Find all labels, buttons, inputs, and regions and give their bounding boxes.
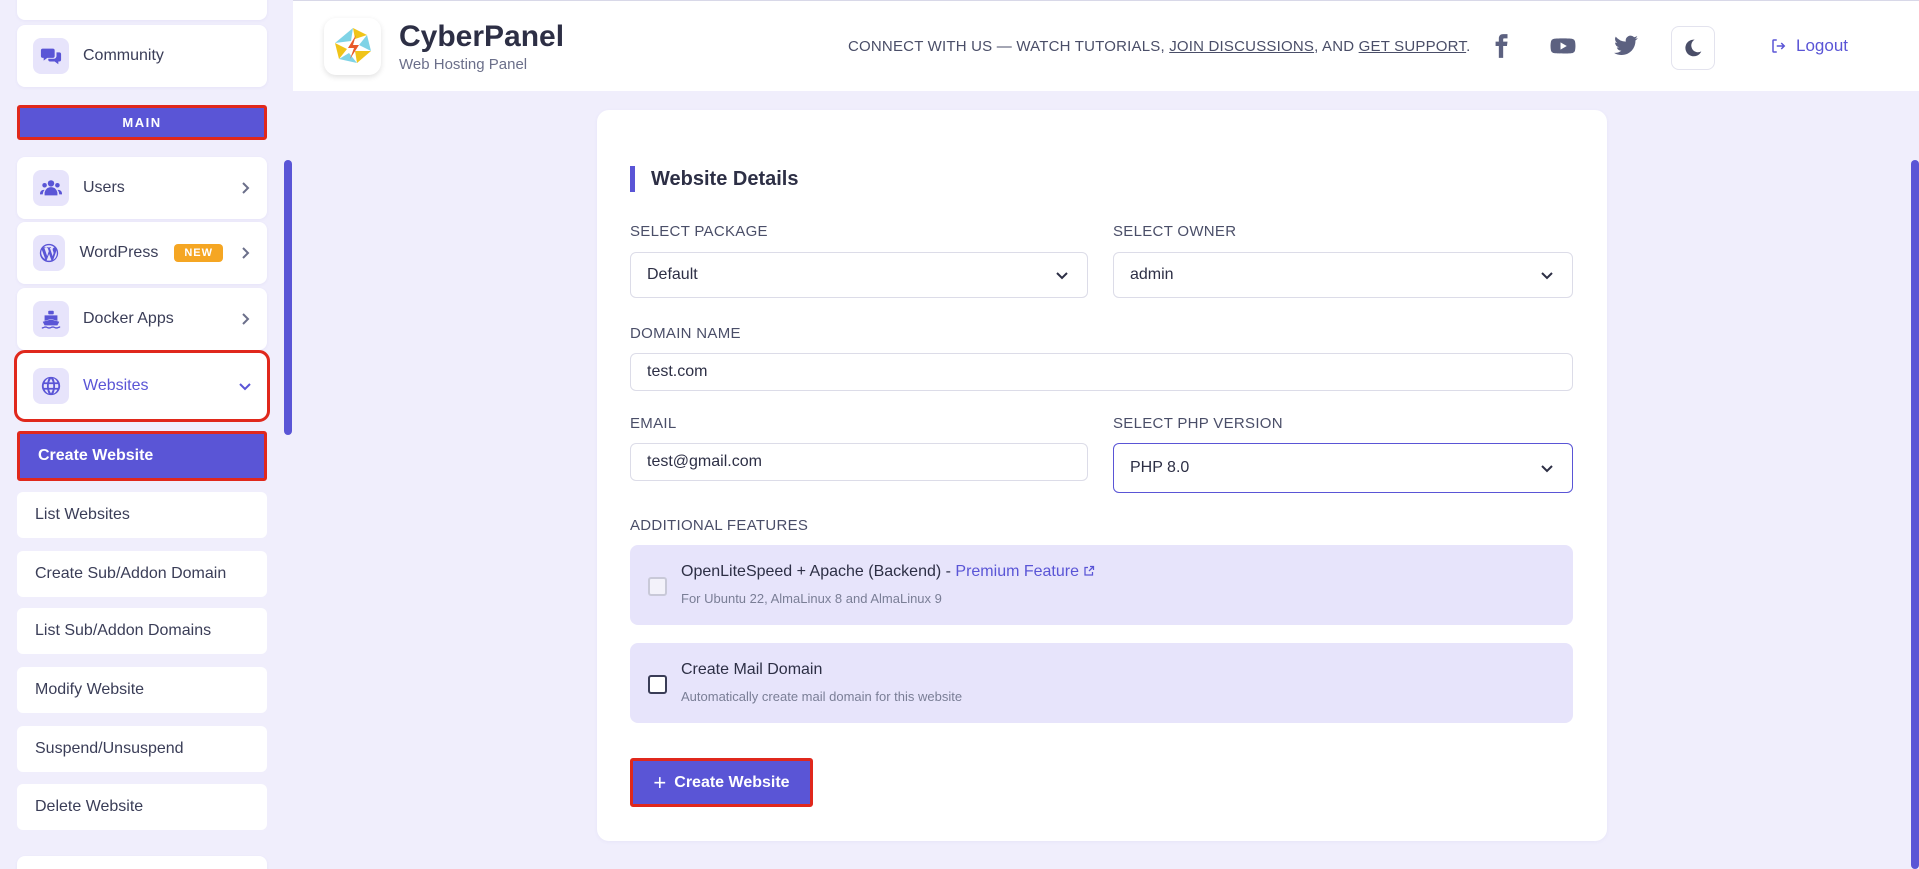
sidebar-item-community[interactable]: Community [17, 25, 267, 87]
sidebar-item-label: Community [83, 47, 164, 64]
moon-icon [1685, 39, 1702, 57]
submenu-list-websites[interactable]: List Websites [17, 492, 267, 538]
sidebar-item-previous[interactable] [17, 0, 267, 20]
join-discussions-link[interactable]: JOIN DISCUSSIONS [1169, 38, 1314, 55]
logout-icon [1772, 39, 1786, 53]
brand-subtitle: Web Hosting Panel [399, 56, 528, 73]
php-label: SELECT PHP VERSION [1113, 415, 1283, 432]
logout-label: Logout [1796, 36, 1848, 55]
wordpress-icon [33, 235, 66, 271]
php-version-select[interactable]: PHP 8.0 [1113, 443, 1573, 493]
feature-subtitle: For Ubuntu 22, AlmaLinux 8 and AlmaLinux… [681, 591, 942, 606]
openlitespeed-checkbox[interactable] [648, 577, 667, 596]
sidebar-item-users[interactable]: Users [17, 157, 267, 219]
connect-text: CONNECT WITH US — WATCH TUTORIALS, [848, 38, 1170, 55]
main-section-button[interactable]: MAIN [17, 105, 267, 140]
premium-feature-link[interactable]: Premium Feature [955, 563, 1095, 580]
submenu-modify-website[interactable]: Modify Website [17, 667, 267, 713]
feature-title: OpenLiteSpeed + Apache (Backend) - Premi… [681, 563, 1095, 581]
owner-label: SELECT OWNER [1113, 223, 1237, 240]
facebook-icon[interactable] [1488, 33, 1514, 59]
sidebar-item-label: Websites [83, 377, 149, 394]
docker-icon [33, 301, 69, 337]
create-website-button[interactable]: + Create Website [630, 758, 813, 807]
submenu-delete-website[interactable]: Delete Website [17, 784, 267, 830]
email-input[interactable]: test@gmail.com [630, 443, 1088, 481]
feature-title-text: OpenLiteSpeed + Apache (Backend) - [681, 563, 956, 580]
owner-select[interactable]: admin [1113, 252, 1573, 298]
brand-title: CyberPanel [399, 20, 565, 53]
connect-text: , AND [1314, 38, 1359, 55]
sidebar: Community MAIN Users WordPress NEW Docke… [0, 0, 293, 869]
chevron-right-icon [237, 245, 253, 261]
submenu-list-sub-addon-domains[interactable]: List Sub/Addon Domains [17, 608, 267, 654]
sidebar-item-websites[interactable]: Websites [14, 350, 270, 422]
package-label: SELECT PACKAGE [630, 223, 768, 240]
connect-banner: CONNECT WITH US — WATCH TUTORIALS, JOIN … [848, 38, 1471, 55]
users-icon [33, 170, 69, 206]
sidebar-item-next[interactable] [17, 856, 267, 869]
submenu-create-website[interactable]: Create Website [17, 431, 267, 481]
get-support-link[interactable]: GET SUPPORT [1359, 38, 1467, 55]
chevron-right-icon [237, 311, 253, 327]
sidebar-scrollbar[interactable] [284, 160, 292, 435]
premium-feature-text: Premium Feature [955, 563, 1079, 580]
cyberpanel-logo-icon[interactable] [324, 18, 381, 75]
feature-openlitespeed-apache: OpenLiteSpeed + Apache (Backend) - Premi… [630, 545, 1573, 625]
sidebar-item-docker-apps[interactable]: Docker Apps [17, 288, 267, 350]
package-value: Default [647, 266, 698, 283]
package-select[interactable]: Default [630, 252, 1088, 298]
features-label: ADDITIONAL FEATURES [630, 517, 809, 534]
sidebar-item-label: Users [83, 179, 125, 196]
email-label: EMAIL [630, 415, 677, 432]
new-badge: NEW [174, 244, 223, 262]
create-website-label: Create Website [674, 773, 790, 791]
submenu-suspend-unsuspend[interactable]: Suspend/Unsuspend [17, 726, 267, 772]
php-value: PHP 8.0 [1130, 459, 1190, 476]
feature-create-mail-domain: Create Mail Domain Automatically create … [630, 643, 1573, 723]
website-details-card: Website Details SELECT PACKAGE Default S… [597, 110, 1607, 841]
sidebar-item-label: WordPress [79, 244, 159, 261]
chevron-down-icon [237, 378, 253, 394]
chat-icon [33, 38, 69, 74]
feature-subtitle: Automatically create mail domain for thi… [681, 689, 963, 704]
twitter-icon[interactable] [1613, 33, 1639, 59]
chevron-down-icon [1056, 272, 1068, 280]
chevron-down-icon [1541, 272, 1553, 280]
dark-mode-toggle[interactable] [1671, 26, 1715, 70]
domain-label: DOMAIN NAME [630, 325, 741, 342]
sidebar-item-label: Docker Apps [83, 310, 174, 327]
plus-icon: + [653, 769, 667, 795]
connect-text: . [1466, 38, 1471, 55]
feature-title: Create Mail Domain [681, 661, 823, 678]
globe-icon [33, 368, 69, 404]
youtube-icon[interactable] [1550, 33, 1576, 59]
domain-name-input[interactable]: test.com [630, 353, 1573, 391]
sidebar-item-wordpress[interactable]: WordPress NEW [17, 222, 267, 284]
owner-value: admin [1130, 266, 1174, 283]
card-title: Website Details [630, 166, 798, 192]
submenu-create-sub-addon-domain[interactable]: Create Sub/Addon Domain [17, 551, 267, 597]
main-scrollbar[interactable] [1911, 160, 1919, 869]
external-link-icon [1084, 565, 1095, 576]
logout-button[interactable]: Logout [1770, 36, 1848, 56]
mail-domain-checkbox[interactable] [648, 675, 667, 694]
chevron-right-icon [237, 180, 253, 196]
chevron-down-icon [1541, 465, 1553, 473]
top-header: CyberPanel Web Hosting Panel CONNECT WIT… [293, 0, 1919, 91]
